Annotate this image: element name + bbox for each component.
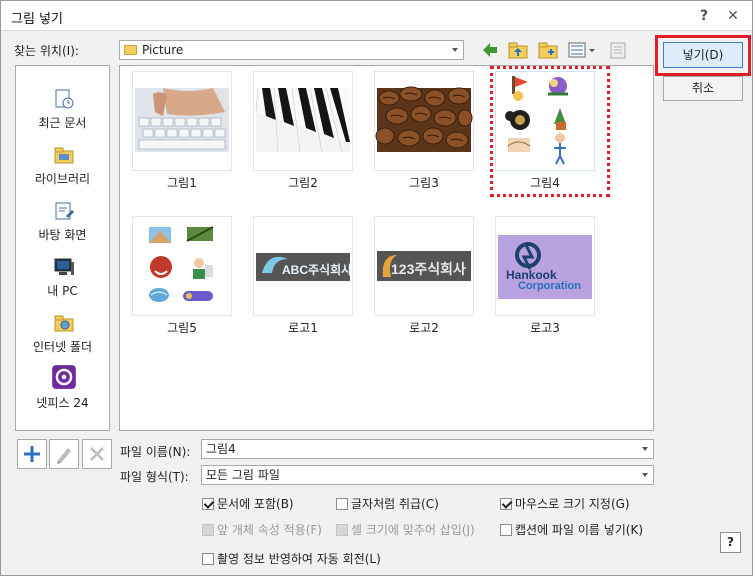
file-type-label: 파일 형식(T): xyxy=(120,470,189,484)
delete-button[interactable] xyxy=(82,439,112,469)
internet-folder-icon xyxy=(54,315,74,332)
place-netffice-24[interactable]: 넷피스 24 xyxy=(16,364,109,420)
clipart-collage-2-thumbnail xyxy=(149,226,214,302)
title-bar: 그림 넣기 ? ✕ xyxy=(1,1,752,31)
checkbox-label: 캡션에 파일 이름 넣기(K) xyxy=(515,523,644,537)
file-name: 로고2 xyxy=(409,321,439,335)
location-value: Picture xyxy=(142,43,184,57)
file-thumbnail[interactable]: 123주식회사 xyxy=(374,216,474,316)
logo-123-thumbnail: 123주식회사 xyxy=(377,251,471,281)
new-folder-icon[interactable] xyxy=(537,40,559,60)
file-thumbnail[interactable] xyxy=(132,216,232,316)
place-my-pc[interactable]: 내 PC xyxy=(16,256,109,312)
place-desktop[interactable]: 바탕 화면 xyxy=(16,200,109,256)
add-button[interactable] xyxy=(17,439,47,469)
checkbox-box xyxy=(336,524,348,536)
file-name-combo[interactable]: 그림4 xyxy=(201,439,654,459)
back-arrow-icon[interactable] xyxy=(479,40,501,60)
place-internet-folder[interactable]: 인터넷 폴더 xyxy=(16,312,109,368)
checkbox-box xyxy=(202,553,214,565)
size-with-mouse-checkbox[interactable]: 마우스로 크기 지정(G) xyxy=(500,495,630,511)
file-name-value: 그림4 xyxy=(206,442,236,456)
recent-documents-icon xyxy=(55,89,74,109)
places-sidebar: 최근 문서 라이브러리 바탕 화면 내 PC 인터넷 폴더 넷피스 24 xyxy=(15,65,110,431)
checkbox-label: 글자처럼 취급(C) xyxy=(351,497,439,511)
file-name: 그림2 xyxy=(288,176,318,190)
library-icon xyxy=(54,147,74,164)
fit-cell-size-checkbox[interactable]: 셀 크기에 맞추어 삽입(J) xyxy=(336,521,475,537)
edit-button[interactable] xyxy=(49,439,79,469)
coffee-beans-photo-thumbnail xyxy=(375,86,473,152)
treat-as-char-checkbox[interactable]: 글자처럼 취급(C) xyxy=(336,495,439,511)
auto-rotate-checkbox[interactable]: 촬영 정보 반영하여 자동 회전(L) xyxy=(202,550,381,566)
checkbox-label: 문서에 포함(B) xyxy=(217,497,294,511)
selected-file-highlight xyxy=(490,66,610,197)
checkbox-box xyxy=(336,498,348,510)
chevron-down-icon xyxy=(642,473,648,477)
logo-text-2: Corporation xyxy=(518,280,581,292)
folder-icon xyxy=(124,45,137,55)
file-thumbnail[interactable] xyxy=(253,71,353,171)
checkbox-label: 셀 크기에 맞추어 삽입(J) xyxy=(351,523,475,537)
help-button[interactable]: ? xyxy=(720,532,741,553)
checkbox-label: 앞 개체 속성 적용(F) xyxy=(217,523,322,537)
file-name: 그림1 xyxy=(167,176,197,190)
apply-previous-properties-checkbox[interactable]: 앞 개체 속성 적용(F) xyxy=(202,521,322,537)
caption-file-name-checkbox[interactable]: 캡션에 파일 이름 넣기(K) xyxy=(500,521,643,537)
file-type-combo[interactable]: 모든 그림 파일 xyxy=(201,465,654,485)
file-name: 그림3 xyxy=(409,176,439,190)
preview-icon[interactable] xyxy=(607,40,629,60)
location-label: 찾는 위치(I): xyxy=(14,44,79,58)
place-label: 최근 문서 xyxy=(38,116,87,130)
dialog-title: 그림 넣기 xyxy=(11,12,63,27)
checkbox-box xyxy=(202,498,214,510)
file-thumbnail[interactable]: Hankook Corporation xyxy=(495,216,595,316)
place-label: 바탕 화면 xyxy=(38,228,87,242)
up-folder-icon[interactable] xyxy=(507,40,529,60)
logo-text: ABC주식회사 xyxy=(282,262,352,277)
chevron-down-icon xyxy=(642,447,648,451)
my-pc-icon xyxy=(54,258,74,275)
embed-in-document-checkbox[interactable]: 문서에 포함(B) xyxy=(202,495,294,511)
checkbox-label: 마우스로 크기 지정(G) xyxy=(515,497,630,511)
logo-abc-thumbnail: ABC주식회사 xyxy=(256,253,352,281)
checkbox-box xyxy=(202,524,214,536)
file-name: 로고1 xyxy=(288,321,318,335)
logo-hankook-thumbnail: Hankook Corporation xyxy=(498,235,592,299)
close-icon[interactable]: ✕ xyxy=(723,6,743,26)
file-thumbnail[interactable] xyxy=(374,71,474,171)
file-name: 로고3 xyxy=(530,321,560,335)
place-label: 인터넷 폴더 xyxy=(32,340,92,354)
insert-picture-dialog: 그림 넣기 ? ✕ 찾는 위치(I): Picture 넣기(D) 취소 최근 … xyxy=(0,0,753,576)
file-thumbnail[interactable] xyxy=(132,71,232,171)
checkbox-box xyxy=(500,524,512,536)
piano-keys-photo-thumbnail xyxy=(255,87,350,153)
checkbox-box xyxy=(500,498,512,510)
location-combo[interactable]: Picture xyxy=(119,40,464,60)
place-recent-documents[interactable]: 최근 문서 xyxy=(16,88,109,144)
file-list-area[interactable]: 그림1 그림2 그림3 그림4 그림5 ABC주식회사 로고1 123주식회사 … xyxy=(119,65,654,431)
place-label: 넷피스 24 xyxy=(36,396,89,410)
insert-button[interactable]: 넣기(D) xyxy=(663,42,743,68)
view-options-icon[interactable] xyxy=(567,40,597,60)
file-thumbnail[interactable]: ABC주식회사 xyxy=(253,216,353,316)
help-icon[interactable]: ? xyxy=(694,6,714,26)
checkbox-label: 촬영 정보 반영하여 자동 회전(L) xyxy=(217,552,381,566)
netffice-24-icon xyxy=(52,365,76,389)
chevron-down-icon xyxy=(452,48,458,52)
desktop-icon xyxy=(55,202,74,220)
place-library[interactable]: 라이브러리 xyxy=(16,144,109,200)
place-label: 라이브러리 xyxy=(34,172,91,186)
cancel-button[interactable]: 취소 xyxy=(663,76,743,101)
place-label: 내 PC xyxy=(47,284,78,298)
logo-text: 123주식회사 xyxy=(391,261,466,277)
file-name-label: 파일 이름(N): xyxy=(120,445,191,459)
file-name: 그림5 xyxy=(167,321,197,335)
file-type-value: 모든 그림 파일 xyxy=(206,468,280,482)
keyboard-photo-thumbnail xyxy=(135,88,229,152)
